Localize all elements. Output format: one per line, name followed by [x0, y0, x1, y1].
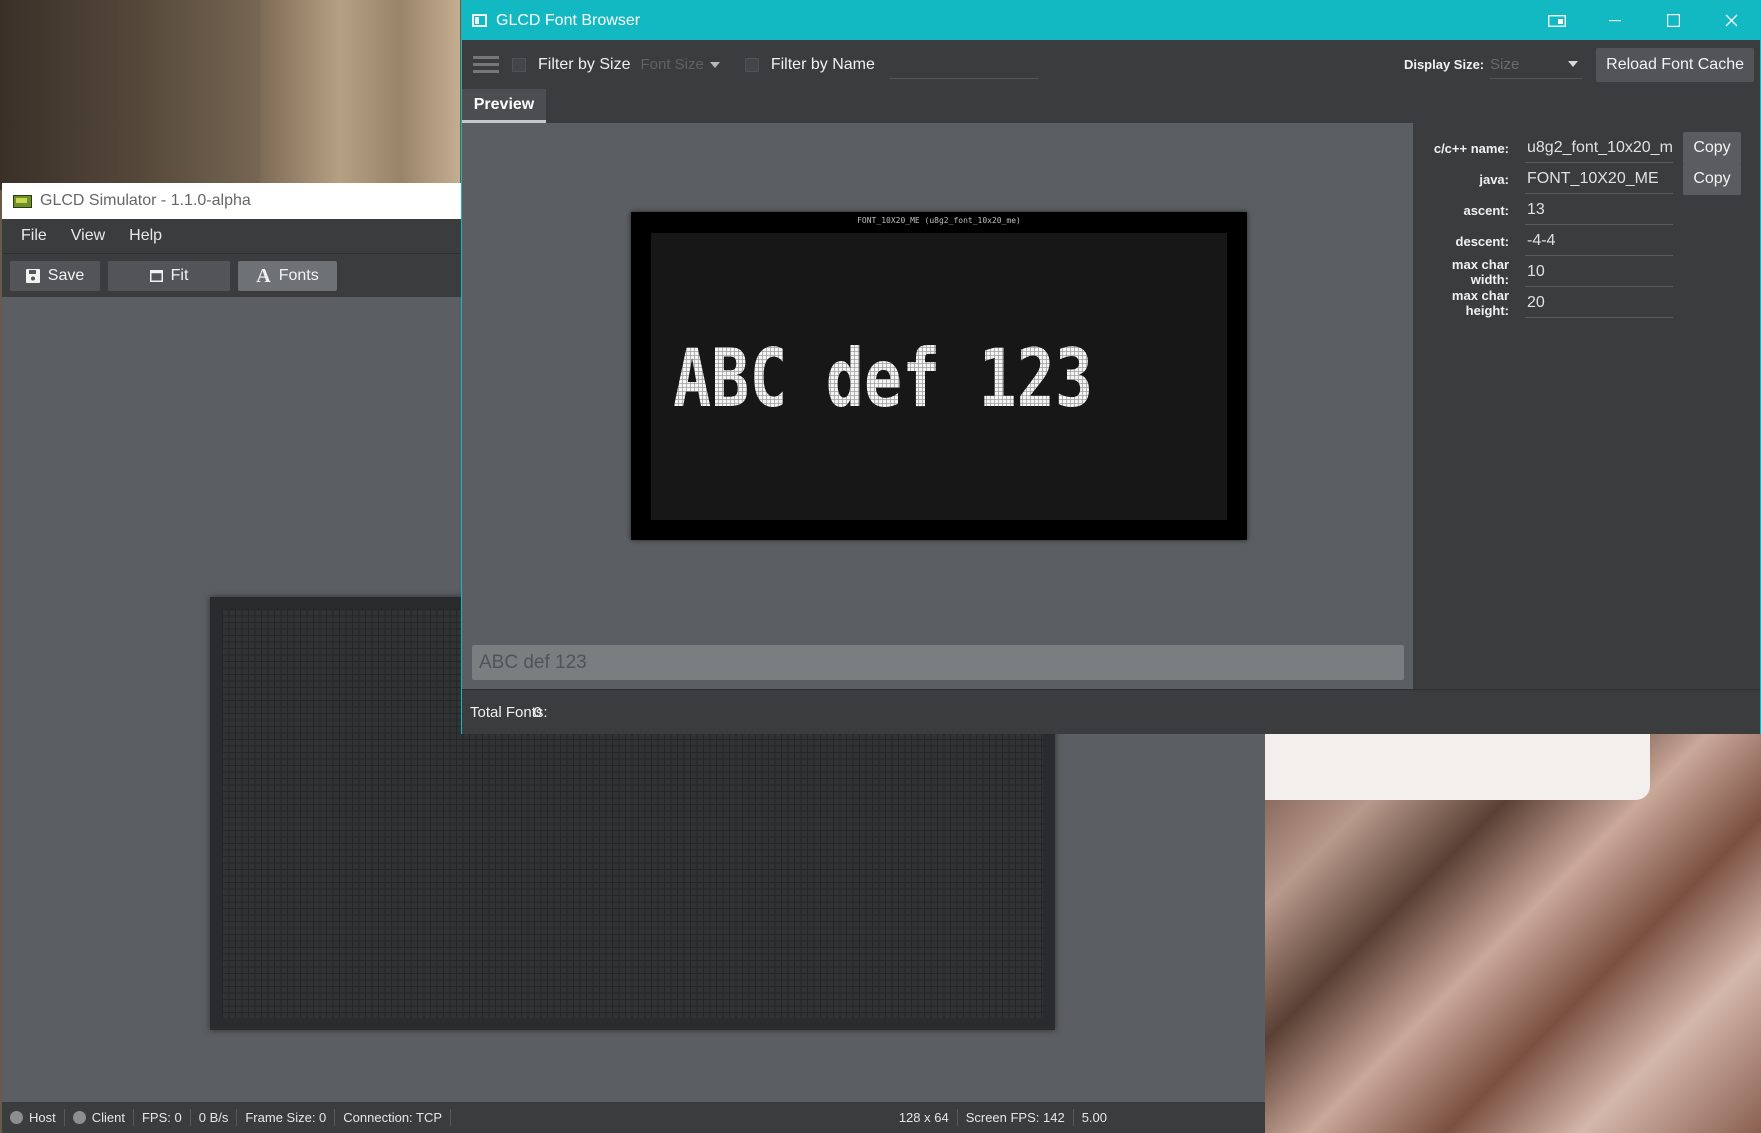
max-char-height-label: max char height: — [1451, 288, 1509, 318]
simulator-title: GLCD Simulator - 1.1.0-alpha — [40, 192, 251, 209]
descent-label: descent: — [1455, 233, 1509, 249]
save-icon — [25, 269, 40, 283]
host-indicator-icon — [10, 1111, 23, 1124]
font-browser-title: GLCD Font Browser — [496, 11, 641, 29]
descent-field[interactable]: -4-4 — [1525, 226, 1673, 256]
prop-ascent: ascent: 13 — [1413, 195, 1760, 225]
font-browser-title-bar[interactable]: GLCD Font Browser — [462, 1, 1760, 40]
filter-name-checkbox[interactable] — [744, 57, 759, 72]
chevron-down-icon — [1568, 61, 1579, 67]
filter-name-input[interactable] — [888, 50, 1039, 79]
window-app-icon — [472, 14, 487, 27]
cpp-name-label: c/c++ name: — [1433, 140, 1509, 156]
preview-display-text: ABC def 123 — [673, 344, 1093, 414]
close-icon — [1725, 14, 1737, 27]
save-button[interactable]: Save — [10, 261, 100, 291]
status-fps: FPS: 0 — [134, 1109, 191, 1126]
preview-font-header: FONT_10X20_ME (u8g2_font_10x20_me) — [857, 216, 1021, 225]
close-button[interactable] — [1702, 1, 1760, 40]
ascent-label: ascent: — [1463, 202, 1509, 218]
filter-name-label: Filter by Name — [770, 55, 875, 73]
hamburger-menu-icon[interactable] — [473, 52, 499, 77]
max-char-height-field[interactable]: 20 — [1525, 288, 1673, 318]
prop-java: java: FONT_10X20_ME Copy — [1413, 163, 1760, 195]
host-label: Host — [29, 1110, 56, 1125]
status-zoom: 5.00 — [1081, 1110, 1107, 1125]
font-size-combo[interactable]: Font Size — [640, 56, 703, 73]
client-label: Client — [91, 1110, 125, 1125]
maximize-icon — [1666, 14, 1680, 27]
save-label: Save — [47, 267, 85, 284]
glcd-preview-screen: ABC def 123 — [651, 233, 1227, 520]
status-resolution: 128 x 64 — [891, 1109, 958, 1126]
fonts-label: Fonts — [278, 267, 319, 284]
maximize-button[interactable] — [1644, 1, 1702, 40]
filter-size-label: Filter by Size — [538, 55, 631, 73]
prop-max-char-width: max char width: 10 — [1413, 257, 1760, 287]
display-size-placeholder: Size — [1490, 55, 1520, 73]
cpp-name-field[interactable]: u8g2_font_10x20_me — [1525, 133, 1673, 163]
snap-layout-icon — [1548, 14, 1566, 27]
fit-label: Fit — [170, 267, 189, 284]
preview-rendered-text: ABC def 123 — [673, 344, 1093, 414]
java-label: java: — [1479, 171, 1509, 187]
prop-cpp-name: c/c++ name: u8g2_font_10x20_me Copy — [1413, 132, 1760, 164]
preview-panel: FONT_10X20_ME (u8g2_font_10x20_me) ABC d… — [462, 123, 1413, 689]
menu-view[interactable]: View — [59, 227, 117, 245]
status-bar: Host Client FPS: 0 0 B/s Frame Size: 0 C… — [2, 1102, 1265, 1133]
prop-descent: descent: -4-4 — [1413, 226, 1760, 256]
fit-button[interactable]: Fit — [108, 261, 230, 291]
lcd-app-icon — [13, 194, 32, 208]
minimize-icon — [1609, 19, 1621, 21]
copy-cpp-name-button[interactable]: Copy — [1683, 132, 1741, 164]
font-browser-footer: Total Fonts: 0 — [462, 689, 1760, 734]
ascent-field[interactable]: 13 — [1525, 195, 1673, 225]
status-connection: Connection: TCP — [335, 1109, 452, 1126]
filter-size-checkbox[interactable] — [512, 57, 526, 72]
sample-text-input[interactable]: ABC def 123 — [472, 645, 1404, 680]
fonts-button[interactable]: A Fonts — [238, 261, 337, 291]
menu-file[interactable]: File — [2, 227, 59, 245]
client-indicator-icon — [72, 1111, 86, 1124]
font-icon: A — [256, 264, 271, 287]
font-browser-window: GLCD Font Browser Filter by Size Font Si… — [461, 0, 1761, 734]
desktop-wallpaper-detail — [260, 0, 460, 190]
tab-preview[interactable]: Preview — [462, 89, 546, 123]
total-fonts-count: 0 — [533, 703, 542, 721]
minimize-button[interactable] — [1586, 1, 1644, 40]
window-snap-button[interactable] — [1528, 1, 1586, 40]
window-icon — [149, 270, 163, 282]
status-bandwidth: 0 B/s — [191, 1109, 238, 1126]
status-host: Host — [2, 1109, 65, 1126]
font-browser-toolbar: Filter by Size Font Size Filter by Name … — [462, 40, 1760, 89]
status-frame-size: Frame Size: 0 — [237, 1109, 336, 1126]
display-size-label: Display Size: — [1403, 57, 1485, 72]
tab-bar: Preview — [462, 89, 1760, 123]
java-field[interactable]: FONT_10X20_ME — [1525, 164, 1673, 194]
chevron-down-icon[interactable] — [709, 61, 720, 68]
status-client: Client — [65, 1109, 134, 1126]
prop-max-char-height: max char height: 20 — [1413, 288, 1760, 318]
display-size-combo[interactable]: Size — [1490, 50, 1583, 79]
copy-java-button[interactable]: Copy — [1683, 163, 1741, 195]
status-screen-fps: Screen FPS: 142 — [958, 1109, 1074, 1126]
reload-font-cache-button[interactable]: Reload Font Cache — [1596, 47, 1754, 82]
font-properties-panel: c/c++ name: u8g2_font_10x20_me Copy java… — [1413, 123, 1760, 689]
menu-help[interactable]: Help — [117, 227, 174, 245]
glcd-preview-display: FONT_10X20_ME (u8g2_font_10x20_me) ABC d… — [631, 212, 1247, 540]
max-char-width-label: max char width: — [1451, 257, 1509, 287]
max-char-width-field[interactable]: 10 — [1525, 257, 1673, 287]
